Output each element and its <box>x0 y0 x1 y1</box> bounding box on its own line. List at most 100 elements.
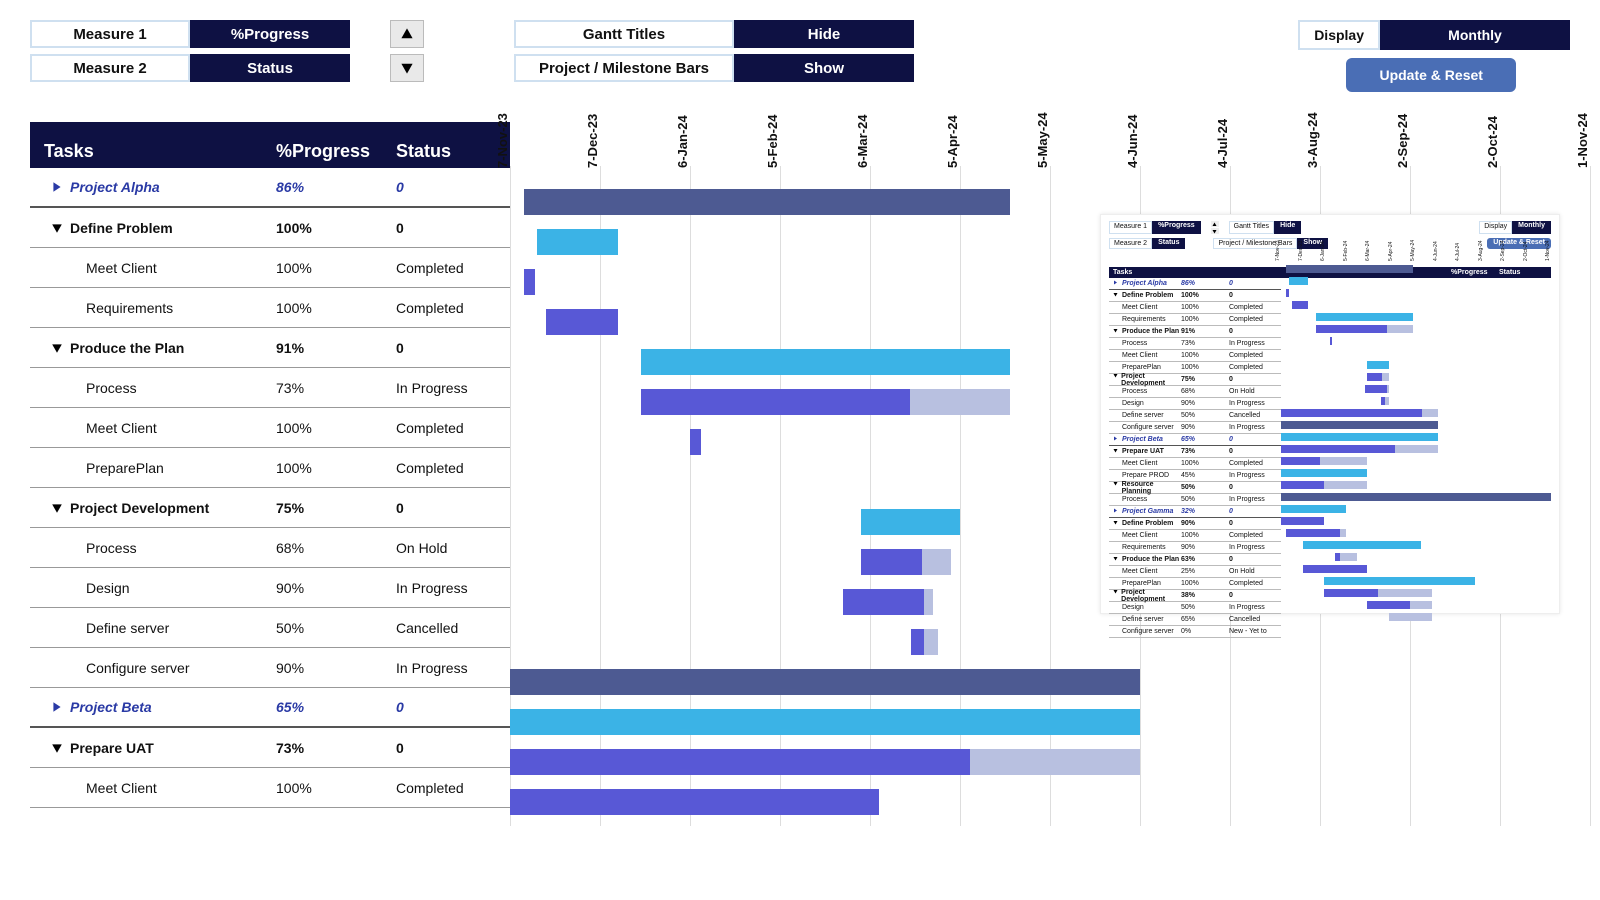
gantt-bar-task[interactable] <box>510 749 1140 775</box>
gantt-row <box>510 662 1570 702</box>
thumb-gt-label: Gantt Titles <box>1229 221 1274 234</box>
task-row[interactable]: Produce the Plan91%0 <box>30 328 510 368</box>
gantt-bar-task[interactable] <box>524 269 536 295</box>
thumb-gantt-bar <box>1303 565 1368 573</box>
task-status: Completed <box>396 260 496 276</box>
task-row[interactable]: Define Problem100%0 <box>30 208 510 248</box>
task-name: Meet Client <box>70 420 276 436</box>
gantt-bar-task[interactable] <box>690 429 701 455</box>
task-row[interactable]: Process68%On Hold <box>30 528 510 568</box>
task-row[interactable]: Meet Client100%Completed <box>30 248 510 288</box>
date-tick-label: 6-Jan-24 <box>675 115 690 168</box>
thumb-gantt-bar <box>1367 373 1389 381</box>
gantt-bar-task[interactable] <box>911 629 938 655</box>
scroll-up-button[interactable] <box>390 20 424 48</box>
milestone-bars-value[interactable]: Show <box>734 54 914 82</box>
task-row[interactable]: Prepare UAT73%0 <box>30 728 510 768</box>
thumb-gantt-bar <box>1389 613 1432 621</box>
task-status: On Hold <box>396 540 496 556</box>
thumb-gantt-bar <box>1316 325 1413 333</box>
gantt-bar-task[interactable] <box>510 789 879 815</box>
date-tick-label: 4-Jun-24 <box>1125 115 1140 168</box>
thumb-gantt-bar <box>1281 505 1346 513</box>
task-row[interactable]: Process73%In Progress <box>30 368 510 408</box>
caret-right-icon[interactable] <box>44 701 70 713</box>
thumb-task-row: Configure server0%New - Yet to <box>1109 626 1281 638</box>
caret-down-icon[interactable] <box>44 742 70 754</box>
task-progress: 50% <box>276 620 396 636</box>
task-name: Define Problem <box>70 220 276 236</box>
gantt-bar-phase[interactable] <box>510 709 1140 735</box>
gantt-row <box>510 782 1570 822</box>
gantt-bar-phase[interactable] <box>537 229 618 255</box>
caret-down-icon[interactable] <box>44 342 70 354</box>
date-tick-label: 7-Nov-23 <box>495 113 510 168</box>
main-layout: Tasks %Progress Status Project Alpha86%0… <box>30 122 1570 822</box>
gantt-bar-project[interactable] <box>524 189 1010 215</box>
task-row[interactable]: Requirements100%Completed <box>30 288 510 328</box>
measure1-value[interactable]: %Progress <box>190 20 350 48</box>
thumb-date-label: 7-Nov-23 <box>1275 240 1281 261</box>
task-progress: 100% <box>276 260 396 276</box>
caret-right-icon[interactable] <box>44 181 70 193</box>
thumb-gantt-bar <box>1281 421 1438 429</box>
task-row[interactable]: PreparePlan100%Completed <box>30 448 510 488</box>
thumb-task-row: Meet Client100%Completed <box>1109 302 1281 314</box>
task-status: In Progress <box>396 580 496 596</box>
measure2-value[interactable]: Status <box>190 54 350 82</box>
task-progress: 86% <box>276 179 396 195</box>
thumb-down-icon <box>1211 228 1219 234</box>
task-row[interactable]: Configure server90%In Progress <box>30 648 510 688</box>
gantt-bar-remaining <box>910 389 1010 415</box>
thumb-gantt-bar <box>1316 313 1413 321</box>
task-name: Requirements <box>70 300 276 316</box>
date-tick-label: 3-Aug-24 <box>1305 112 1320 168</box>
gantt-bar-phase[interactable] <box>641 349 1010 375</box>
thumb-gantt-bar <box>1281 493 1551 501</box>
grid-line <box>1590 166 1591 826</box>
task-panel: Tasks %Progress Status Project Alpha86%0… <box>30 122 510 822</box>
task-row[interactable]: Define server50%Cancelled <box>30 608 510 648</box>
caret-down-icon[interactable] <box>44 222 70 234</box>
task-row[interactable]: Meet Client100%Completed <box>30 408 510 448</box>
thumb-gantt-bar <box>1335 553 1357 561</box>
task-status: Completed <box>396 300 496 316</box>
gantt-bar-project[interactable] <box>510 669 1140 695</box>
thumb-date-label: 2-Oct-24 <box>1523 242 1529 261</box>
gantt-bar-remaining <box>924 629 938 655</box>
task-name: Prepare UAT <box>70 740 276 756</box>
task-name: Process <box>70 380 276 396</box>
scroll-down-button[interactable] <box>390 54 424 82</box>
thumb-date-label: 5-Feb-24 <box>1343 241 1349 261</box>
task-row[interactable]: Meet Client100%Completed <box>30 768 510 808</box>
task-row[interactable]: Project Development75%0 <box>30 488 510 528</box>
thumb-gantt-bar <box>1292 301 1308 309</box>
date-tick-label: 6-Mar-24 <box>855 115 870 168</box>
task-name: Meet Client <box>70 260 276 276</box>
task-progress: 100% <box>276 460 396 476</box>
gantt-bar-task[interactable] <box>546 309 618 335</box>
date-tick-label: 7-Dec-23 <box>585 114 600 168</box>
thumb-gt-value: Hide <box>1274 221 1301 234</box>
gantt-bar-task[interactable] <box>861 549 951 575</box>
thumb-date-label: 6-Mar-24 <box>1365 241 1371 261</box>
gantt-titles-value[interactable]: Hide <box>734 20 914 48</box>
gantt-bar-task[interactable] <box>843 589 933 615</box>
thumb-date-label: 7-Dec-23 <box>1298 240 1304 261</box>
task-row[interactable]: Project Alpha86%0 <box>30 168 510 208</box>
display-value[interactable]: Monthly <box>1380 20 1570 50</box>
gantt-bar-phase[interactable] <box>861 509 960 535</box>
task-row[interactable]: Design90%In Progress <box>30 568 510 608</box>
measure-controls: Measure 1 %Progress Measure 2 Status <box>30 20 350 82</box>
gantt-bar-task[interactable] <box>641 389 1010 415</box>
task-name: Configure server <box>70 660 276 676</box>
update-reset-button[interactable]: Update & Reset <box>1346 58 1516 92</box>
task-row[interactable]: Project Beta65%0 <box>30 688 510 728</box>
thumb-date-label: 4-Jul-24 <box>1455 243 1461 261</box>
thumb-task-row: Prepare UAT73%0 <box>1109 446 1281 458</box>
caret-down-icon[interactable] <box>44 502 70 514</box>
task-progress: 100% <box>276 420 396 436</box>
thumb-gantt-bar <box>1324 589 1432 597</box>
thumb-task-row: Project Gamma32%0 <box>1109 506 1281 518</box>
task-status: Completed <box>396 420 496 436</box>
